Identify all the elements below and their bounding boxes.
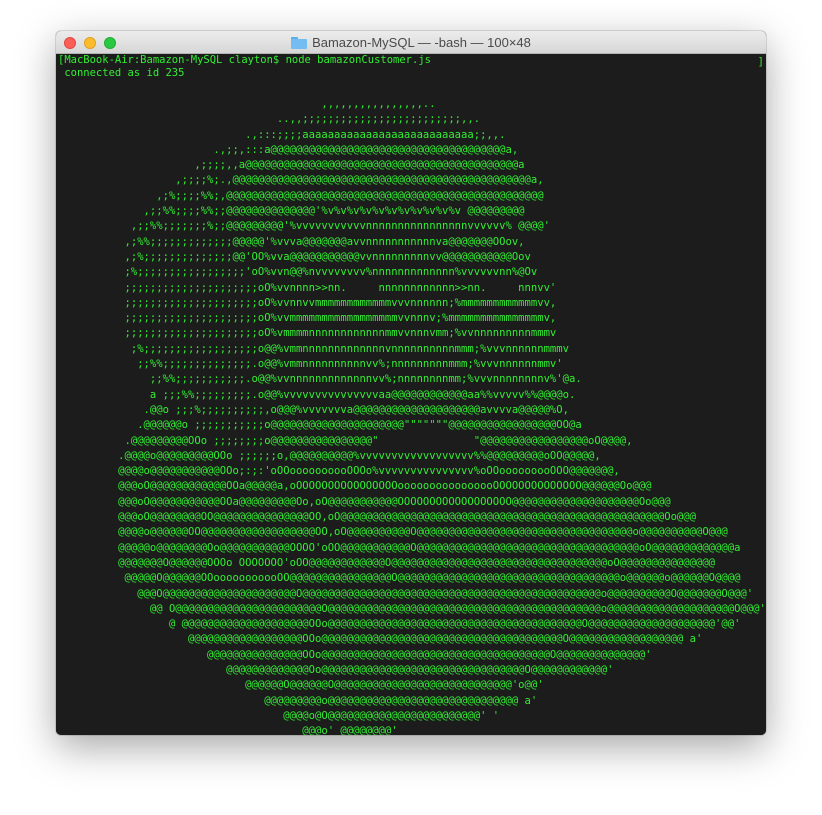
window-title-group: Bamazon-MySQL — -bash — 100×48 [56, 31, 766, 54]
ascii-art-line: ;%;;;;;;;;;;;;;;;;;'oO%vvn@@%nvvvvvvvv%n… [61, 266, 538, 279]
ascii-art-logo: ,,,,,,,,,,,,,,,,.. ..,,;;;;;;;;;;;;;;;;;… [61, 97, 766, 735]
folder-icon [291, 36, 308, 49]
ascii-art-line: @@@oO@@@@@@@@@@@OOa@@@@@@@@@Oo,oO@@@@@@@… [61, 495, 671, 508]
ascii-art-line: ,;;;;%;.,@@@@@@@@@@@@@@@@@@@@@@@@@@@@@@@… [61, 174, 544, 187]
ascii-art-line: @@@oO@@@@@@@@@@@@OOa@@@@@a,oOOOOOOOOOOOO… [61, 480, 652, 493]
ascii-art-line: @@@@@o@@@@@@@@Oo@@@@@@@@@@@OOOO'oOO@@@@@… [61, 541, 741, 554]
ascii-art-line: @@@@o@@@@@@OO@@@@@@@@@@@@@@@@@@OO,oO@@@@… [61, 526, 728, 539]
command-prompt-line: [MacBook-Air:Bamazon-MySQL clayton$ node… [58, 54, 431, 66]
ascii-art-line: @@@@@@O@@@@@@O@@@@@@@@@@@@@@@@@@@@@@@@@@… [61, 679, 544, 692]
ascii-art-line: @@@@@@@O@@@@@@OOOo OOOOOOO'oOO@@@@@@@@@@… [61, 556, 716, 569]
prompt-end-bracket: ] [757, 56, 764, 68]
ascii-art-line: .,:::;;;;aaaaaaaaaaaaaaaaaaaaaaaaaaa;;,,… [61, 128, 506, 141]
ascii-art-line: ,;%;;;;%%;,@@@@@@@@@@@@@@@@@@@@@@@@@@@@@… [61, 189, 544, 202]
ascii-art-line: @@@@@@@@@@@@@Oo@@@@@@@@@@@@@@@@@@@@@@@@@… [61, 663, 614, 676]
ascii-art-line: @@@o' @@@@@@@@' [61, 725, 398, 735]
ascii-art-line: ,;;%%;;;;;;;%;;@@@@@@@@@'%vvvvvvvvvvvnnn… [61, 220, 550, 233]
ascii-art-line: ..,,;;;;;;;;;;;;;;;;;;;;;;;;;,,. [61, 113, 481, 126]
ascii-art-line: .,;;,:::a@@@@@@@@@@@@@@@@@@@@@@@@@@@@@@@… [61, 143, 519, 156]
ascii-art-line: ,;;;;,,a@@@@@@@@@@@@@@@@@@@@@@@@@@@@@@@@… [61, 159, 525, 172]
ascii-art-line: @@@@@@@@@@@@@@@OOo@@@@@@@@@@@@@@@@@@@@@@… [61, 648, 652, 661]
terminal-content[interactable]: [MacBook-Air:Bamazon-MySQL clayton$ node… [56, 54, 766, 735]
ascii-art-line: ;;%%;;;;;;;;;;;;;;.o@@%vmmnnnnnnnnnnvv%;… [61, 358, 563, 371]
ascii-art-line: @@ O@@@@@@@@@@@@@@@@@@@@@@@O@@@@@@@@@@@@… [61, 602, 766, 615]
ascii-art-line: @@@@@@@@@@@@@@@@@@OOo@@@@@@@@@@@@@@@@@@@… [61, 633, 703, 646]
ascii-art-line: @@@@o@O@@@@@@@@@@@@@@@@@@@@@@@@' ' [61, 709, 500, 722]
ascii-art-line: ;;%%;;;;;;;;;;;.o@@%vvnnnnnnnnnnnnnvv%;n… [61, 373, 582, 386]
window-title: Bamazon-MySQL — -bash — 100×48 [312, 35, 531, 50]
connection-status-line: connected as id 235 [58, 67, 185, 79]
ascii-art-line: ,;%;;;;;;;;;;;;;;@@'OO%vva@@@@@@@@@@@vvn… [61, 250, 531, 263]
ascii-art-line: ;;;;;;;;;;;;;;;;;;;;;oO%vvnnvvmmmmmmmmmm… [61, 296, 557, 309]
ascii-art-line: @@@@o@@@@@@@@@@@OOo;:;:'oOOoooooooooOOOo… [61, 465, 620, 478]
ascii-art-line: ;;;;;;;;;;;;;;;;;;;;;oO%vmmmmnnnnnnnnnnn… [61, 327, 557, 340]
terminal-window: Bamazon-MySQL — -bash — 100×48 [MacBook-… [56, 31, 766, 735]
title-bar[interactable]: Bamazon-MySQL — -bash — 100×48 [56, 31, 766, 54]
ascii-art-line: ,,,,,,,,,,,,,,,,.. [61, 98, 436, 110]
ascii-art-line: ;;;;;;;;;;;;;;;;;;;;;oO%vvmmmmmmmmmmmmmm… [61, 312, 557, 325]
ascii-art-line: ;%;;;;;;;;;;;;;;;;;;o@@%vmmnnnnnnnnnnnnn… [61, 342, 569, 355]
ascii-art-line: a ;;;%%;;;;;;;;;.o@@%vvvvvvvvvvvvvvvaa@@… [61, 388, 576, 401]
ascii-art-line: .@@o ;;;%;;;;;;;;;;,o@@@%vvvvvvva@@@@@@@… [61, 403, 569, 416]
ascii-art-line: .@@@@@@@@@OOo ;;;;;;;;o@@@@@@@@@@@@@@@@"… [61, 434, 633, 447]
ascii-art-line: .@@@@@@o ;;;;;;;;;;;o@@@@@@@@@@@@@@@@@@@… [61, 419, 582, 432]
ascii-art-line: @@@@@@@@@o@@@@@@@@@@@@@@@@@@@@@@@@@@@@@@… [61, 694, 538, 707]
ascii-art-line: @@@oO@@@@@@@@OO@@@@@@@@@@@@@@@OO,oO@@@@@… [61, 511, 696, 524]
ascii-art-line: ,;;%%;;;;%%;;@@@@@@@@@@@@@@'%v%v%v%v%v%v… [61, 205, 525, 218]
ascii-art-line: ,;%%;;;;;;;;;;;;;@@@@@'%vvva@@@@@@@avvnn… [61, 235, 525, 248]
ascii-art-line: @ @@@@@@@@@@@@@@@@@@@@OOo@@@@@@@@@@@@@@@… [61, 618, 741, 631]
ascii-art-line: @@@@@O@@@@@@OOooooooooooOO@@@@@@@@@@@@@@… [61, 572, 741, 585]
ascii-art-line: ;;;;;;;;;;;;;;;;;;;;;oO%vvnnnn>>nn. nnnn… [61, 281, 557, 294]
ascii-art-line: @@@O@@@@@@@@@@@@@@@@@@@@@O@@@@@@@@@@@@@@… [61, 587, 754, 600]
ascii-art-line: .@@@@o@@@@@@@@@OOo ;;;;;;o,@@@@@@@@@@%vv… [61, 449, 601, 462]
